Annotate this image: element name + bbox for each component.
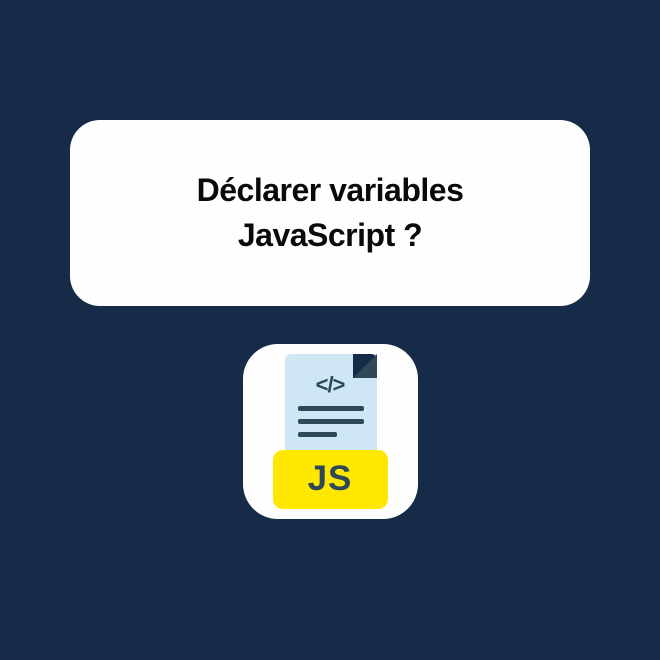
file-line: [298, 432, 338, 437]
file-line: [298, 406, 364, 411]
title-card: Déclarer variables JavaScript ?: [70, 120, 590, 306]
page-title: Déclarer variables JavaScript ?: [110, 168, 550, 258]
title-line-1: Déclarer variables: [197, 172, 464, 208]
code-tag-icon: </>: [316, 372, 345, 398]
icon-card: </> JS: [243, 344, 418, 519]
js-label: JS: [273, 450, 388, 509]
file-lines: [298, 406, 364, 445]
js-file-icon: </> JS: [273, 354, 388, 509]
title-line-2: JavaScript ?: [238, 217, 422, 253]
file-fold: [353, 354, 377, 378]
file-line: [298, 419, 364, 424]
